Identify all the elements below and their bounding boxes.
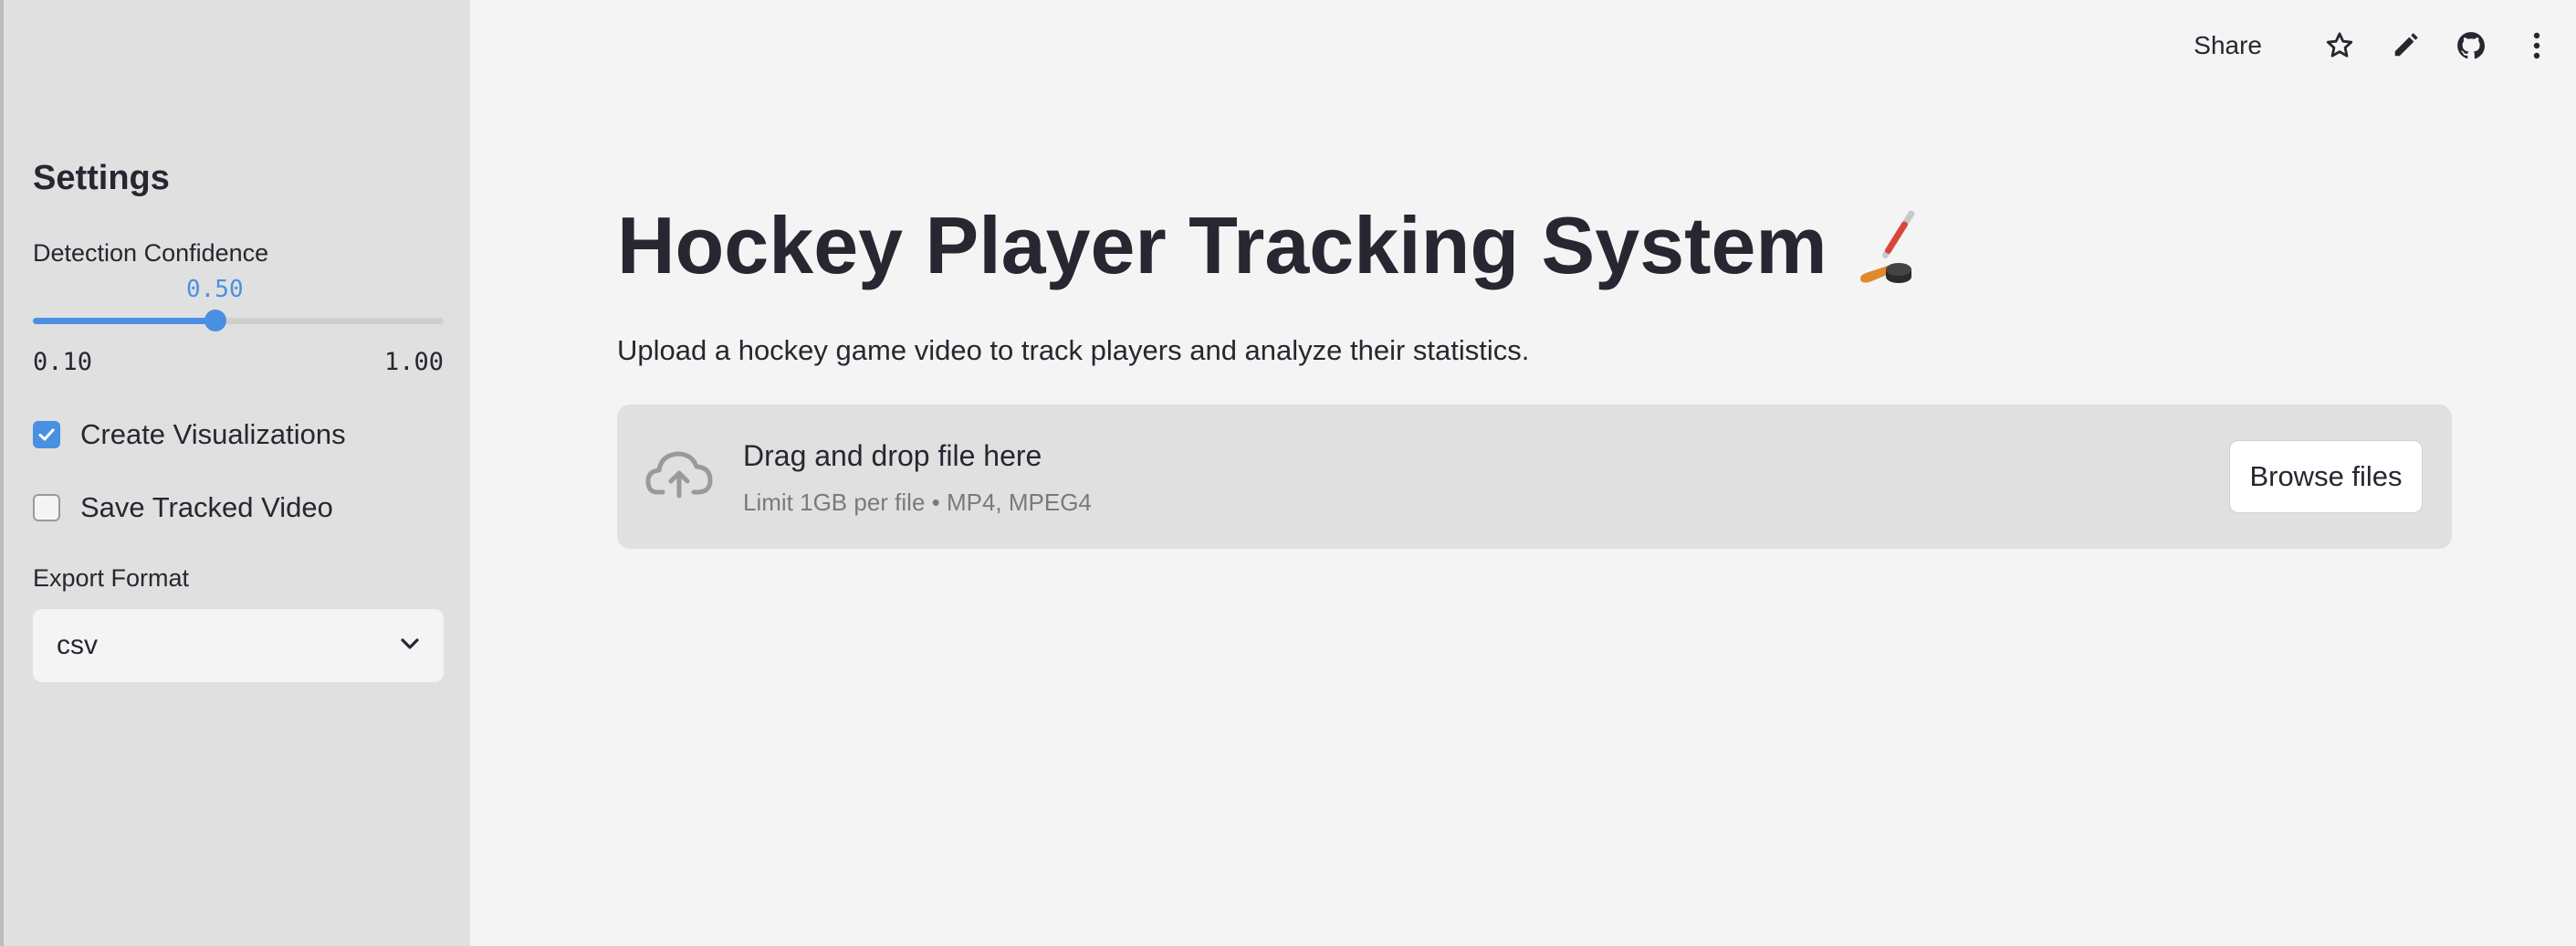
page-subtitle: Upload a hockey game video to track play…: [617, 334, 1530, 366]
confidence-label: Detection Confidence: [33, 239, 269, 267]
save-tracked-video-checkbox[interactable]: Save Tracked Video: [33, 489, 333, 526]
upload-limit-text: Limit 1GB per file • MP4, MPEG4: [743, 489, 1092, 516]
confidence-slider-thumb[interactable]: [204, 310, 226, 331]
save-tracked-video-label: Save Tracked Video: [80, 491, 333, 523]
create-visualizations-checkbox[interactable]: Create Visualizations: [33, 416, 346, 453]
confidence-slider-track[interactable]: [33, 318, 444, 324]
sidebar-title: Settings: [33, 159, 170, 197]
cloud-upload-icon: [644, 445, 714, 510]
confidence-slider-fill: [33, 318, 215, 324]
pencil-icon[interactable]: [2384, 26, 2426, 66]
confidence-value: 0.50: [186, 276, 244, 303]
create-visualizations-label: Create Visualizations: [80, 418, 346, 450]
file-uploader-dropzone[interactable]: Drag and drop file here Limit 1GB per fi…: [617, 405, 2452, 549]
star-icon[interactable]: [2319, 26, 2361, 66]
page-title: Hockey Player Tracking System: [617, 200, 1827, 290]
drop-instruction: Drag and drop file here: [743, 439, 1042, 472]
github-icon[interactable]: [2450, 26, 2492, 66]
export-format-select[interactable]: csv: [33, 609, 444, 682]
sidebar: Settings Detection Confidence 0.50 0.10 …: [0, 0, 470, 946]
share-button[interactable]: Share: [2194, 31, 2262, 60]
confidence-min: 0.10: [33, 348, 93, 376]
page-title-row: Hockey Player Tracking System: [617, 199, 1932, 292]
checkbox-checked-icon[interactable]: [33, 421, 60, 448]
checkbox-unchecked-icon[interactable]: [33, 494, 60, 521]
chevron-down-icon: [400, 637, 420, 655]
hockey-stick-icon: [1844, 202, 1932, 289]
export-format-label: Export Format: [33, 564, 190, 592]
export-format-value: csv: [57, 630, 98, 660]
top-toolbar: Share: [2194, 26, 2558, 66]
more-vertical-icon[interactable]: [2516, 26, 2558, 66]
confidence-max: 1.00: [383, 348, 444, 376]
browse-files-button[interactable]: Browse files: [2229, 440, 2423, 513]
